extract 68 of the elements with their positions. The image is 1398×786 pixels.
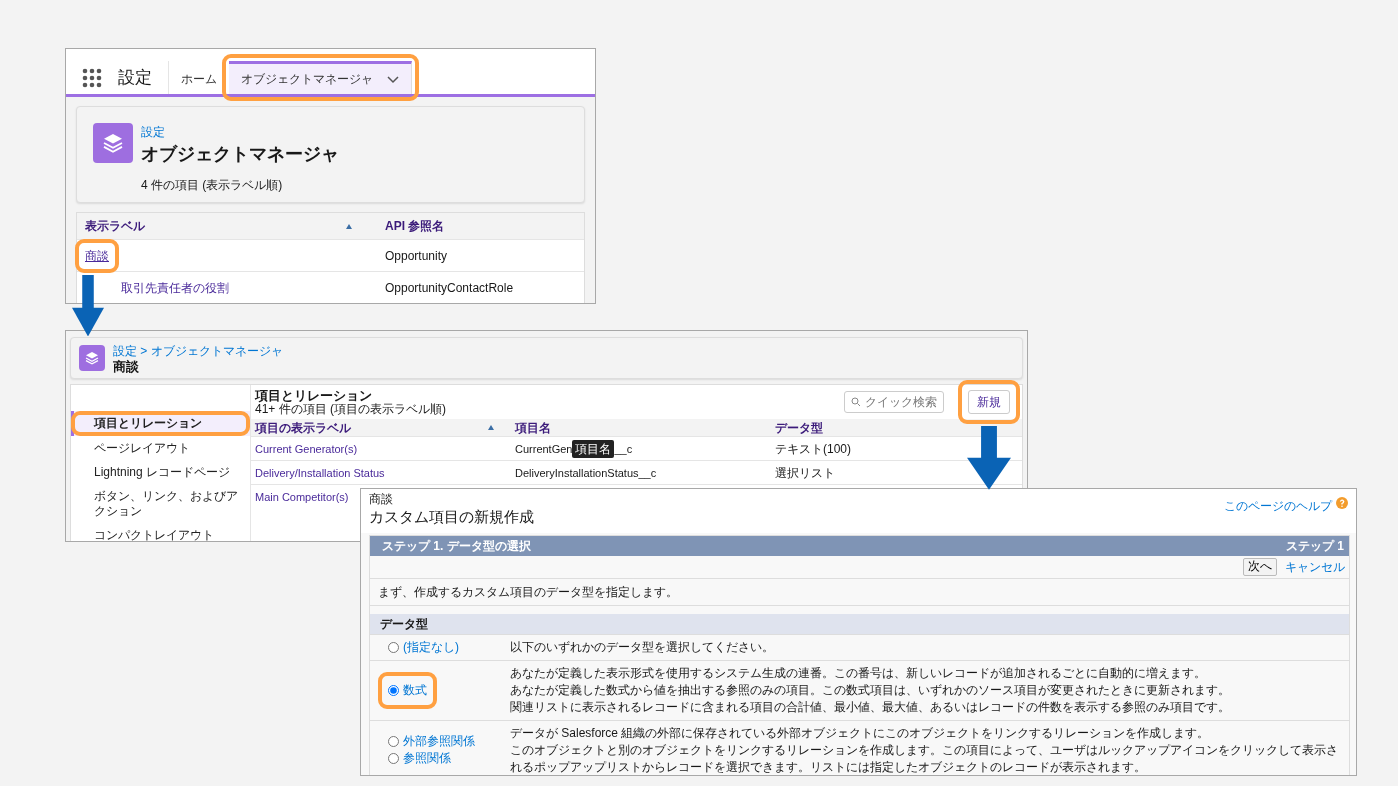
instruction-text: まず、作成するカスタム項目のデータ型を指定します。 <box>370 578 1349 606</box>
object-name: 商談 <box>369 493 394 507</box>
step-number: ステップ 1 <box>1286 538 1344 555</box>
highlight-frame <box>75 238 119 273</box>
help-link[interactable]: このページのヘルプ <box>1224 497 1332 515</box>
table-cell-text: __c <box>614 441 633 457</box>
sort-ascending-icon <box>487 424 495 432</box>
field-link[interactable]: Current Generator(s) <box>255 442 358 455</box>
down-arrow <box>72 274 104 336</box>
description-text: 以下のいずれかのデータ型を選択してください。 <box>510 639 775 656</box>
item-count: 41+ 件の項目 (項目の表示ラベル順) <box>255 402 446 417</box>
breadcrumb-link[interactable]: 設定 <box>141 123 339 141</box>
highlight-frame <box>958 380 1020 425</box>
page-title: オブジェクトマネージャ <box>141 143 339 166</box>
description-text: あなたが定義した数式から値を抽出する参照のみの項目。この数式項目は、いずれかのソース項目が変更されたときに更新されます。 <box>510 682 1231 699</box>
description-text: このオブジェクトと別のオブジェクトをリンクするリレーションを作成します。この項目によって、ユーザはルックアップアイコンをクリックして表示されるポップアップリストからレコードを選択できます。リストには指定したオブジェクトのレコードが表示されます。 <box>510 742 1339 775</box>
radio-option[interactable]: 参照関係 <box>388 750 451 768</box>
field-link[interactable]: Main Competitor(s) <box>255 490 349 503</box>
sidebar-item[interactable]: ボタン、リンク、およびアクション <box>71 484 250 524</box>
search-icon <box>851 397 861 408</box>
radio-button[interactable] <box>388 642 399 653</box>
sidebar-item[interactable]: コンパクトレイアウト <box>71 523 250 541</box>
new-button[interactable]: 新規 <box>968 390 1010 415</box>
table-cell: 選択リスト <box>775 465 835 480</box>
help-icon <box>1336 497 1348 509</box>
radio-option[interactable]: 外部参照関係 <box>388 733 475 751</box>
table-cell-text: OpportunityContactRole <box>384 279 514 297</box>
table-cell-text: Opportunity <box>384 247 448 265</box>
table-cell: テキスト(100) <box>775 441 851 456</box>
section-heading: データ型 <box>370 614 1349 634</box>
radio-button[interactable] <box>388 685 399 696</box>
item-count: 4 件の項目 (表示ラベル順) <box>141 177 284 194</box>
app-title: 設定 <box>106 61 169 94</box>
radio-button[interactable] <box>388 753 399 765</box>
radio-option[interactable]: (指定なし) <box>388 639 459 656</box>
column-header[interactable]: 項目の表示ラベル <box>251 418 511 437</box>
column-header[interactable]: 項目名 <box>511 418 771 437</box>
sidebar-item[interactable]: Lightning レコードページ <box>71 460 250 485</box>
tooltip: 項目名 <box>572 439 615 458</box>
nav-tab[interactable]: オブジェクトマネージャ <box>229 61 412 94</box>
table-cell-text: CurrentGen <box>515 441 573 457</box>
nav-tab[interactable]: ホーム <box>169 61 229 94</box>
column-header[interactable]: API 参照名 <box>377 217 445 235</box>
description-text: あなたが定義した表示形式を使用するシステム生成の連番。この番号は、新しいレコードが追加されるごとに自動的に増えます。 <box>510 665 1207 682</box>
column-header[interactable]: 表示ラベル <box>77 217 377 235</box>
radio-button[interactable] <box>388 736 399 748</box>
cancel-link[interactable]: キャンセル <box>1285 558 1345 576</box>
object-link[interactable]: 商談 <box>85 248 109 263</box>
chevron-down-icon <box>387 74 399 84</box>
breadcrumb[interactable]: 設定 > オブジェクトマネージャ <box>113 342 283 360</box>
down-arrow <box>967 426 1011 490</box>
sort-ascending-icon <box>345 222 353 230</box>
radio-option[interactable]: 数式 <box>388 682 427 699</box>
description-text: 関連リストに表示されるレコードに含まれる項目の合計値、最小値、最大値、あるいはレコードの件数を表示する参照のみ項目です。 <box>510 699 1231 716</box>
field-link[interactable]: Delivery/Installation Status <box>255 466 385 479</box>
section-title: 項目とリレーション <box>255 388 373 403</box>
table-cell-text: DeliveryInstallationStatus__c <box>515 465 657 481</box>
object-link[interactable]: 取引先責任者の役割 <box>121 280 229 295</box>
page-title: 商談 <box>113 360 140 375</box>
column-header[interactable]: データ型 <box>771 418 971 437</box>
description-text: データが Salesforce 組織の外部に保存されている外部オブジェクトにこのオブジェクトをリンクするリレーションを作成します。 <box>510 725 1211 742</box>
highlight-frame <box>378 672 437 709</box>
sidebar-item[interactable]: ページレイアウト <box>71 435 250 461</box>
next-button[interactable]: 次へ <box>1243 558 1277 576</box>
search-field[interactable]: クイック検索 <box>844 391 944 414</box>
app-launcher-icon[interactable] <box>82 67 102 88</box>
page-title: カスタム項目の新規作成 <box>369 507 534 528</box>
step-title: ステップ 1. データ型の選択 <box>382 538 531 555</box>
